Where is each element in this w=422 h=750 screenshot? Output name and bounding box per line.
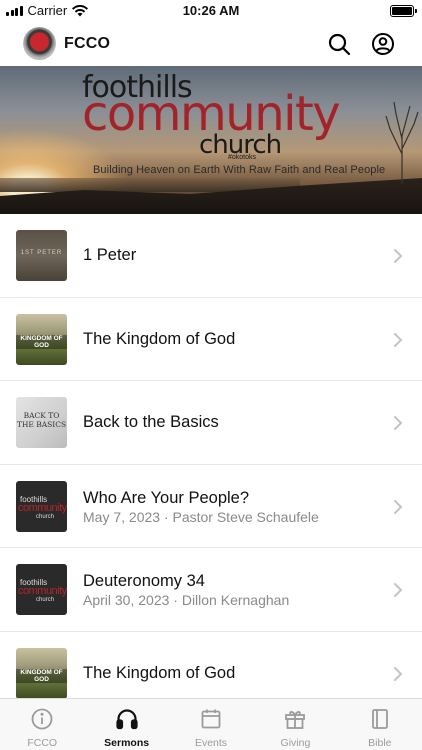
status-bar: Carrier 10:26 AM xyxy=(0,0,422,22)
status-time: 10:26 AM xyxy=(182,3,240,18)
sermon-title: The Kingdom of God xyxy=(83,663,236,682)
calendar-icon xyxy=(201,709,221,729)
book-icon xyxy=(371,709,388,729)
tab-bible[interactable]: Bible xyxy=(338,699,422,750)
sermon-title: The Kingdom of God xyxy=(83,329,236,348)
sermon-thumbnail: foothills community church xyxy=(16,564,67,615)
banner-tagline: Building Heaven on Earth With Raw Faith … xyxy=(93,164,386,176)
sermon-thumbnail: KINGDOM OF GOD xyxy=(16,313,67,365)
sermon-meta: April 30, 2023 · Dillon Kernaghan xyxy=(83,592,290,608)
sermon-title: 1 Peter xyxy=(83,246,137,264)
tab-bar: FCCO Sermons Events Giving Bible xyxy=(0,698,422,750)
gift-icon xyxy=(285,711,306,729)
banner-text: foothills community church #okotoks Buil… xyxy=(0,66,422,214)
chevron-right-icon xyxy=(394,332,403,347)
sermon-item[interactable]: 1ST PETER 1 Peter xyxy=(0,214,422,298)
church-logo[interactable] xyxy=(23,27,56,60)
sermon-title: Back to the Basics xyxy=(83,413,219,431)
headphones-icon xyxy=(116,709,138,730)
sermon-title: Deuteronomy 34 xyxy=(83,572,205,590)
banner-location: #okotoks xyxy=(228,154,257,161)
sermon-meta: May 7, 2023 · Pastor Steve Schaufele xyxy=(83,508,319,525)
sermon-list: 1ST PETER 1 Peter KINGDOM OF GOD The Kin… xyxy=(0,214,422,715)
tab-label: FCCO xyxy=(27,737,58,749)
tab-label: Giving xyxy=(280,737,311,749)
sermon-title: Who Are Your People? xyxy=(83,488,250,507)
chevron-right-icon xyxy=(394,499,403,514)
church-banner: foothills community church #okotoks Buil… xyxy=(0,66,422,214)
sermon-thumbnail: KINGDOM OF GOD xyxy=(16,647,67,699)
tab-label: Events xyxy=(194,737,228,749)
account-icon[interactable] xyxy=(371,32,395,56)
sermon-item[interactable]: BACK TO THE BASICS Back to the Basics xyxy=(0,381,422,465)
sermon-item[interactable]: foothills community church Who Are Your … xyxy=(0,465,422,548)
chevron-right-icon xyxy=(394,583,403,597)
sermon-item[interactable]: foothills community church Deuteronomy 3… xyxy=(0,548,422,632)
sermon-thumbnail: BACK TO THE BASICS xyxy=(16,397,67,448)
tab-sermons[interactable]: Sermons xyxy=(84,699,168,750)
tab-fcco[interactable]: FCCO xyxy=(0,699,84,750)
tab-events[interactable]: Events xyxy=(169,699,253,750)
battery-icon xyxy=(390,5,417,17)
tab-label: Bible xyxy=(368,737,392,749)
chevron-right-icon xyxy=(394,249,403,263)
info-icon xyxy=(31,708,53,730)
app-title: FCCO xyxy=(64,35,111,52)
tab-label: Sermons xyxy=(104,737,150,749)
chevron-right-icon xyxy=(394,666,403,681)
tab-giving[interactable]: Giving xyxy=(253,699,337,750)
app-header: FCCO xyxy=(0,22,422,66)
chevron-right-icon xyxy=(394,416,403,430)
sermon-thumbnail: 1ST PETER xyxy=(16,230,67,281)
search-icon[interactable] xyxy=(327,32,351,56)
sermon-item[interactable]: KINGDOM OF GOD The Kingdom of God xyxy=(0,298,422,381)
sermon-thumbnail: foothills community church xyxy=(16,480,67,532)
